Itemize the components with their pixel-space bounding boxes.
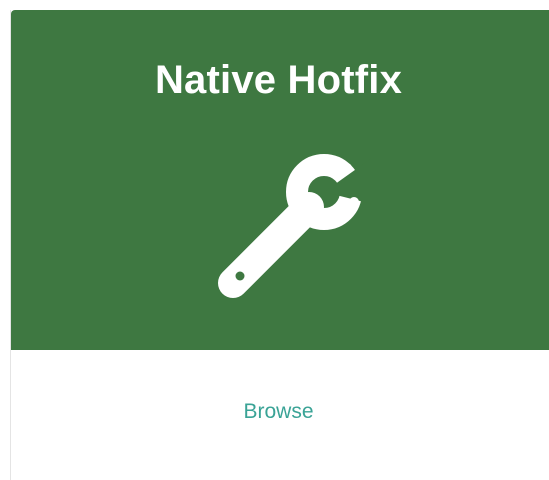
card-header: Native Hotfix bbox=[11, 10, 549, 350]
native-hotfix-card: Native Hotfix Browse bbox=[10, 10, 549, 480]
card-footer: Browse bbox=[11, 350, 549, 480]
card-title: Native Hotfix bbox=[154, 58, 403, 102]
wrench-icon bbox=[218, 154, 371, 298]
browse-link[interactable]: Browse bbox=[11, 400, 546, 424]
